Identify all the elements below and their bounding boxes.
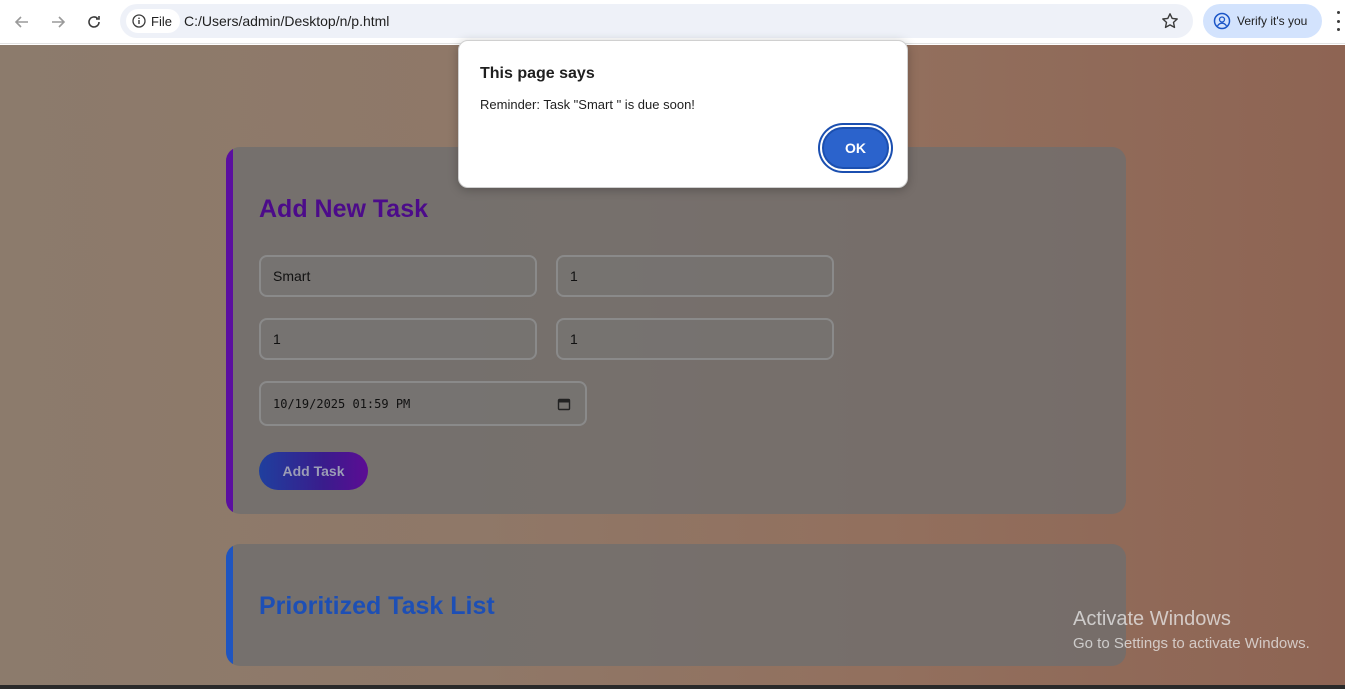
address-bar[interactable]: File C:/Users/admin/Desktop/n/p.html: [120, 4, 1193, 38]
forward-button[interactable]: [44, 8, 72, 36]
verify-label: Verify it's you: [1237, 14, 1308, 28]
add-task-button[interactable]: Add Task: [259, 452, 368, 490]
verify-profile-button[interactable]: Verify it's you: [1203, 4, 1322, 38]
add-task-title: Add New Task: [259, 195, 429, 223]
calendar-icon[interactable]: [557, 397, 571, 411]
arrow-right-icon: [52, 16, 66, 28]
back-button[interactable]: [8, 8, 36, 36]
due-datetime-input[interactable]: 10/19/2025 01:59 PM: [259, 381, 587, 426]
dialog-title: This page says: [480, 65, 595, 82]
task-list-title: Prioritized Task List: [259, 592, 495, 620]
task-field-3-input[interactable]: 1: [259, 318, 537, 360]
taskbar-edge: [0, 685, 1345, 689]
task-list-card: Prioritized Task List: [226, 544, 1126, 666]
site-info-chip[interactable]: File: [126, 9, 180, 33]
due-datetime-value: 10/19/2025 01:59 PM: [273, 396, 411, 411]
browser-toolbar: File C:/Users/admin/Desktop/n/p.html Ver…: [0, 0, 1345, 44]
reload-icon: [88, 16, 100, 28]
arrow-left-icon: [14, 16, 28, 28]
reload-button[interactable]: [80, 8, 108, 36]
info-icon: [132, 14, 146, 28]
card-accent-bar: [226, 147, 233, 514]
alert-dialog: This page says Reminder: Task "Smart " i…: [458, 40, 908, 188]
watermark-line-2: Go to Settings to activate Windows.: [1073, 635, 1310, 652]
card-accent-bar: [226, 544, 233, 666]
task-name-input[interactable]: Smart: [259, 255, 537, 297]
task-field-4-input[interactable]: 1: [556, 318, 834, 360]
dialog-message: Reminder: Task "Smart " is due soon!: [480, 97, 695, 112]
url-text[interactable]: C:/Users/admin/Desktop/n/p.html: [184, 13, 389, 29]
ok-button[interactable]: OK: [822, 127, 889, 169]
file-label: File: [151, 13, 172, 29]
task-field-2-input[interactable]: 1: [556, 255, 834, 297]
profile-icon: [1213, 12, 1231, 30]
watermark-line-1: Activate Windows: [1073, 608, 1231, 630]
activate-windows-watermark: Activate Windows Go to Settings to activ…: [1073, 608, 1310, 652]
add-task-card: Add New Task Smart 1 1 1 10/19/2025 01:5…: [226, 147, 1126, 514]
menu-dots-icon[interactable]: [1334, 11, 1342, 31]
bookmark-star-icon[interactable]: [1161, 12, 1179, 30]
